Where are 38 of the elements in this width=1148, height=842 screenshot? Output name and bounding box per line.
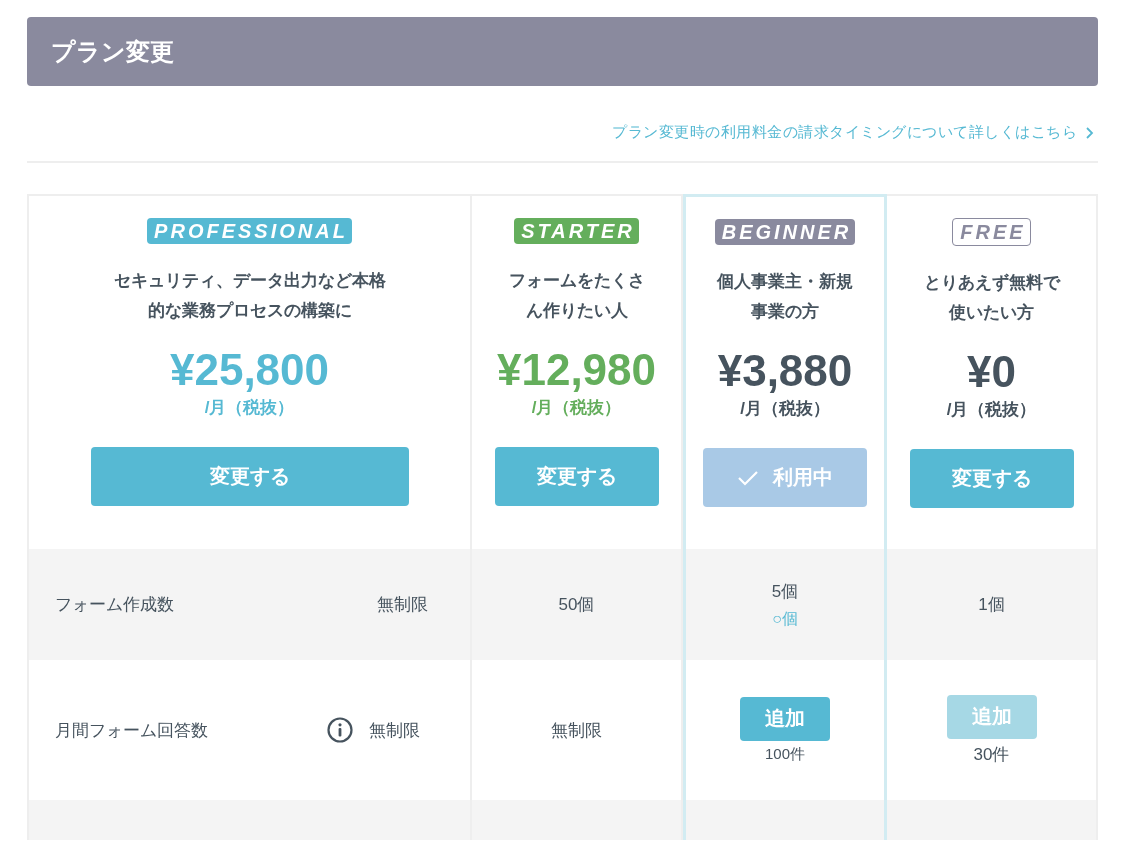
add-button: 追加 <box>946 694 1037 739</box>
feature-value: 50個 <box>558 594 595 616</box>
feature-note: ○個 <box>772 608 798 629</box>
plan-price: ¥12,980 <box>496 344 657 396</box>
page-title: プラン変更 <box>51 36 174 67</box>
feature-value: 1個 <box>978 594 1005 616</box>
plan-description: 個人事業主・新規事業の方 <box>716 271 854 323</box>
plan-badge: STARTER <box>514 218 639 244</box>
plan-badge: BEGINNER <box>714 219 856 245</box>
feature-value: 無制限 <box>551 719 602 742</box>
feature-label: フォーム作成数 <box>55 594 175 616</box>
feature-value: 無制限 <box>377 594 428 616</box>
feature-value: 100件 <box>765 744 805 764</box>
plan-price: ¥3,880 <box>717 345 853 397</box>
info-icon[interactable] <box>327 717 353 743</box>
plan-badge: PROFESSIONAL <box>147 218 352 244</box>
plan-price: ¥0 <box>967 346 1016 398</box>
plan-button[interactable]: 変更する <box>90 447 409 506</box>
price-unit: /月（税抜） <box>531 397 622 419</box>
plan-button[interactable]: 変更する <box>494 447 659 506</box>
feature-label: 月間フォーム回答数 <box>55 719 209 742</box>
price-unit: /月（税抜） <box>740 398 830 420</box>
add-button[interactable]: 追加 <box>740 696 830 741</box>
billing-timing-link[interactable]: プラン変更時の利用料金の請求タイミングについて詳しくはこちら <box>612 121 1094 144</box>
check-icon <box>737 469 759 486</box>
plan-description: フォームをたくさん作りたい人 <box>507 270 646 322</box>
plan-description: とりあえず無料で使いたい方 <box>922 272 1062 324</box>
plan-badge: FREE <box>952 218 1031 246</box>
chevron-right-icon <box>1085 125 1094 140</box>
plan-description: セキュリティ、データ出力など本格的な業務プロセスの構築に <box>112 270 387 322</box>
feature-value: 30件 <box>973 743 1010 766</box>
price-unit: /月（税抜） <box>946 399 1037 421</box>
plan-button[interactable]: 変更する <box>909 449 1074 508</box>
plan-button[interactable]: 利用中 <box>703 448 867 507</box>
plan-price: ¥25,800 <box>169 344 330 396</box>
price-unit: /月（税抜） <box>204 397 295 419</box>
feature-value: 5個 <box>771 580 799 603</box>
feature-value: 無制限 <box>369 719 420 742</box>
